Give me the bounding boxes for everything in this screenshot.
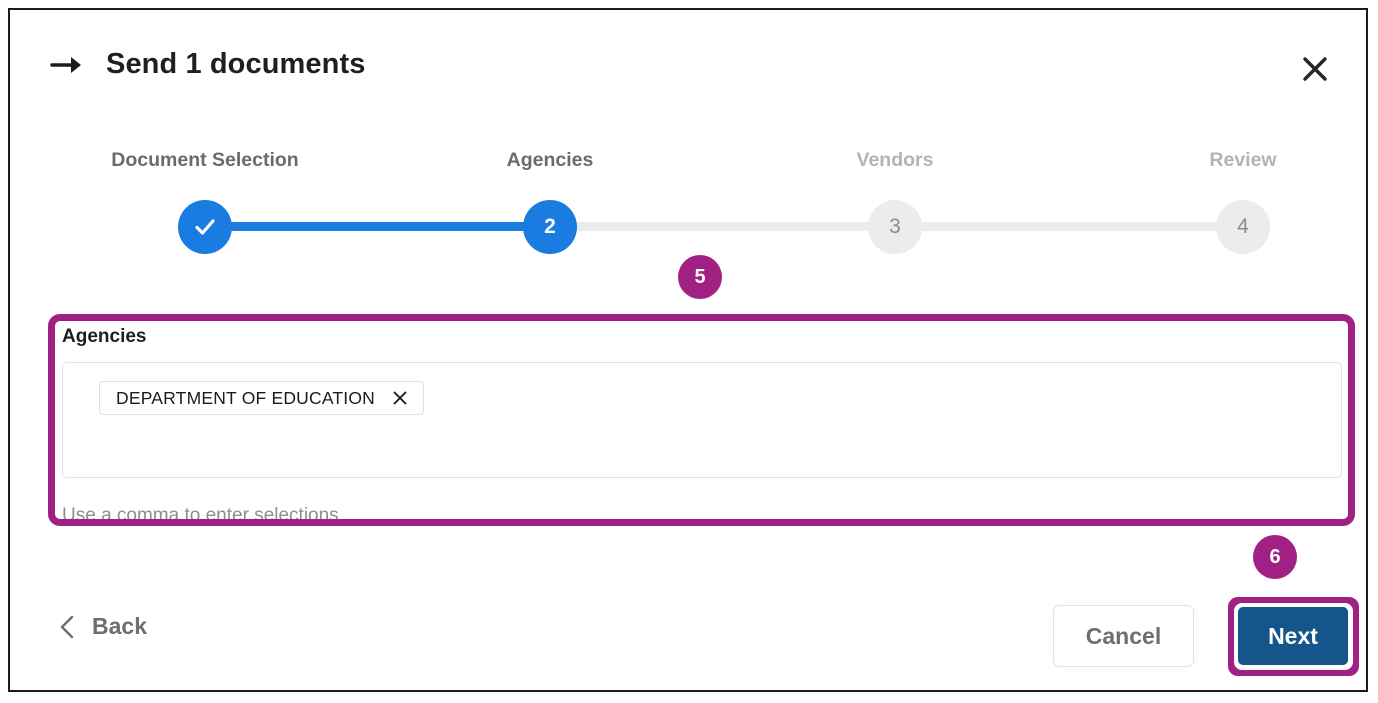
stepper-connector-3 bbox=[895, 222, 1243, 231]
stepper-step-document-selection[interactable]: Document Selection bbox=[90, 148, 320, 172]
stepper-step-label: Review bbox=[1128, 148, 1358, 172]
stepper-step-vendors[interactable]: Vendors 3 bbox=[780, 148, 1010, 172]
dialog-header: Send 1 documents bbox=[10, 10, 1366, 118]
annotation-badge-6: 6 bbox=[1253, 535, 1297, 579]
agencies-field-label: Agencies bbox=[62, 326, 1342, 348]
stepper-connector-1 bbox=[205, 222, 553, 231]
stepper-step-label: Document Selection bbox=[90, 148, 320, 172]
stepper-step-agencies[interactable]: Agencies 2 bbox=[435, 148, 665, 172]
progress-stepper: Document Selection Agencies 2 Vendors 3 … bbox=[50, 148, 1298, 248]
check-icon bbox=[192, 214, 218, 240]
stepper-step-marker bbox=[178, 200, 232, 254]
send-documents-dialog: Send 1 documents Document Selection bbox=[8, 8, 1368, 692]
stepper-step-label: Vendors bbox=[780, 148, 1010, 172]
stepper-connector-2 bbox=[550, 222, 898, 231]
stepper-step-marker: 3 bbox=[868, 200, 922, 254]
stepper-step-marker: 4 bbox=[1216, 200, 1270, 254]
chevron-left-icon bbox=[58, 614, 76, 640]
stepper-step-label: Agencies bbox=[435, 148, 665, 172]
page-title: Send 1 documents bbox=[106, 48, 365, 81]
close-button[interactable] bbox=[1292, 46, 1338, 92]
agencies-multiselect-input[interactable]: DEPARTMENT OF EDUCATION bbox=[62, 362, 1342, 478]
agencies-field-block: Agencies DEPARTMENT OF EDUCATION bbox=[62, 326, 1342, 478]
next-button[interactable]: Next bbox=[1238, 607, 1348, 665]
agencies-field-hint: Use a comma to enter selections bbox=[62, 505, 339, 527]
stepper-step-review[interactable]: Review 4 bbox=[1128, 148, 1358, 172]
agency-chip-label: DEPARTMENT OF EDUCATION bbox=[116, 388, 375, 409]
back-button[interactable]: Back bbox=[58, 613, 147, 640]
stepper-step-marker: 2 bbox=[523, 200, 577, 254]
annotation-badge-5: 5 bbox=[678, 255, 722, 299]
back-button-label: Back bbox=[92, 613, 147, 640]
arrow-right-icon bbox=[50, 53, 84, 77]
cancel-button[interactable]: Cancel bbox=[1053, 605, 1194, 667]
dialog-title-row: Send 1 documents bbox=[50, 48, 365, 81]
close-icon bbox=[1300, 54, 1330, 84]
chip-remove-icon[interactable] bbox=[391, 389, 409, 407]
agency-chip[interactable]: DEPARTMENT OF EDUCATION bbox=[99, 381, 424, 415]
